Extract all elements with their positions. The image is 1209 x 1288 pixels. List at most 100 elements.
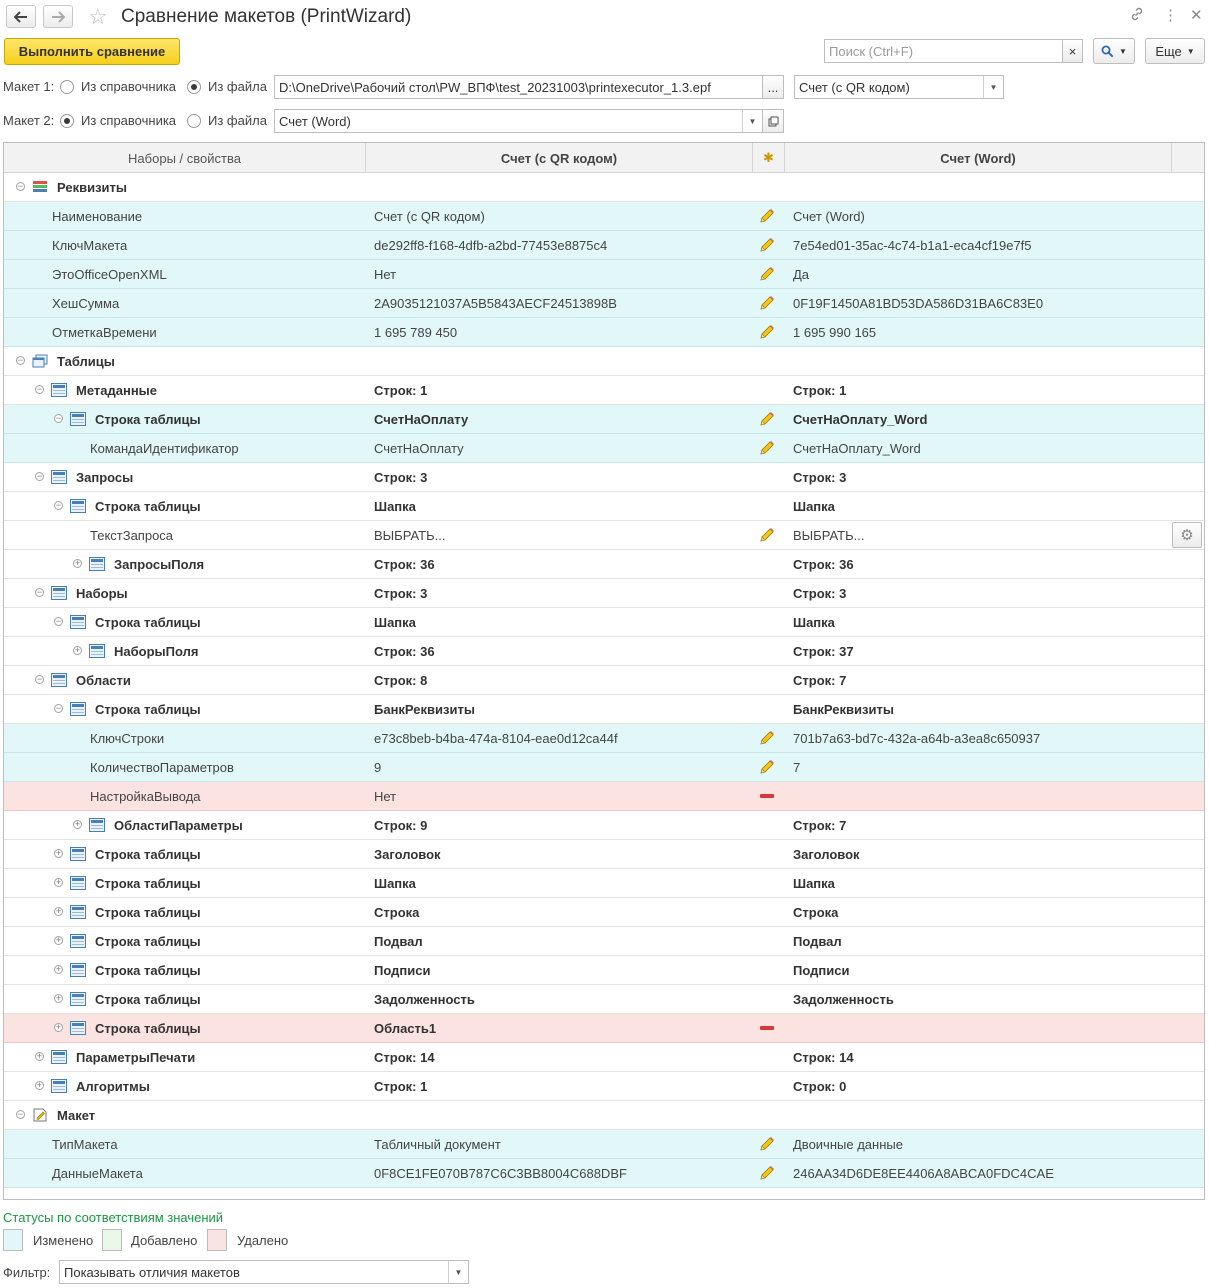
more-button[interactable]: Еще ▼ [1145,38,1205,64]
table-row[interactable]: − Области Строк: 8 Строк: 7 [4,666,1204,695]
table-row[interactable]: + ЗапросыПоля Строк: 36 Строк: 36 [4,550,1204,579]
column-header-layout1[interactable]: Счет (с QR кодом) [366,143,753,173]
table-row[interactable]: + Строка таблицы Область1 [4,1014,1204,1043]
table-row-icon [70,992,86,1006]
table-row[interactable]: КоличествоПараметров 9 7 [4,753,1204,782]
chevron-down-icon[interactable]: ▼ [448,1261,468,1283]
table-row[interactable]: КомандаИдентификатор СчетНаОплату СчетНаОп… [4,434,1204,463]
column-header-layout2[interactable]: Счет (Word) [785,143,1172,173]
row-value-layout2: ВЫБРАТЬ... [793,527,865,543]
table-row[interactable]: − Строка таблицы Шапка Шапка [4,608,1204,637]
table-row[interactable]: ДанныеМакета 0F8CE1FE070B787C6C3BB8004C68… [4,1159,1204,1188]
table-row[interactable]: − Запросы Строк: 3 Строк: 3 [4,463,1204,492]
table-row[interactable]: ЭтоOfficeOpenXML Нет Да [4,260,1204,289]
layout2-open-button[interactable] [762,109,784,133]
more-vert-icon[interactable]: ⋮ [1163,6,1178,24]
row-value-layout1: Заголовок [374,846,441,862]
table-row[interactable]: ХешСумма 2A9035121037A5B5843AECF24513898B… [4,289,1204,318]
expand-icon[interactable]: + [35,1081,44,1090]
table-row[interactable]: − Наборы Строк: 3 Строк: 3 [4,579,1204,608]
table-row[interactable]: + Алгоритмы Строк: 1 Строк: 0 [4,1072,1204,1101]
back-button[interactable] [6,5,36,28]
expand-icon[interactable]: + [54,936,63,945]
table-row[interactable]: + НаборыПоля Строк: 36 Строк: 37 [4,637,1204,666]
link-icon[interactable] [1129,6,1145,26]
layout1-radio-file[interactable] [187,80,201,94]
chevron-down-icon[interactable]: ▼ [742,110,762,132]
search-input[interactable]: Поиск (Ctrl+F) [824,39,1063,63]
expand-icon[interactable]: + [54,907,63,916]
compare-tree-table[interactable]: Наборы / свойства Счет (с QR кодом) ✱ Сч… [3,142,1205,1200]
layout2-option-catalog[interactable]: Из справочника [81,113,176,128]
collapse-icon[interactable]: − [54,617,63,626]
collapse-icon[interactable]: − [54,501,63,510]
expand-icon[interactable]: + [73,646,82,655]
expand-icon[interactable]: + [54,1023,63,1032]
filter-select[interactable]: Показывать отличия макетов ▼ [59,1260,469,1284]
expand-icon[interactable]: + [54,994,63,1003]
table-row[interactable]: ОтметкаВремени 1 695 789 450 1 695 990 165 [4,318,1204,347]
table-row[interactable]: Наименование Счет (с QR кодом) Счет (Word) [4,202,1204,231]
collapse-icon[interactable]: − [35,675,44,684]
table-row[interactable]: КлючСтроки e73c8beb-b4ba-474a-8104-eae0d1… [4,724,1204,753]
expand-icon[interactable]: + [54,965,63,974]
table-row[interactable]: ТекстЗапроса ВЫБРАТЬ... ВЫБРАТЬ... ⚙ [4,521,1204,550]
table-row[interactable]: + Строка таблицы Подписи Подписи [4,956,1204,985]
table-row[interactable]: ТипМакета Табличный документ Двоичные данн… [4,1130,1204,1159]
column-header-status[interactable]: ✱ [753,143,785,173]
layout1-template-select[interactable]: Счет (с QR кодом) ▼ [794,75,1004,99]
table-row[interactable]: + Строка таблицы Шапка Шапка [4,869,1204,898]
layout1-option-file[interactable]: Из файла [208,79,267,94]
layout2-radio-file[interactable] [187,114,201,128]
table-row[interactable]: + ПараметрыПечати Строк: 14 Строк: 14 [4,1043,1204,1072]
layout2-radio-catalog[interactable] [60,114,74,128]
table-row[interactable]: + Строка таблицы Подвал Подвал [4,927,1204,956]
table-row[interactable]: − Макет [4,1101,1204,1130]
table-row[interactable]: + Строка таблицы Заголовок Заголовок [4,840,1204,869]
table-row[interactable]: − Реквизиты [4,173,1204,202]
close-icon[interactable]: ✕ [1190,6,1203,24]
collapse-icon[interactable]: − [35,472,44,481]
table-row[interactable]: + ОбластиПараметры Строк: 9 Строк: 7 [4,811,1204,840]
layout1-option-catalog[interactable]: Из справочника [81,79,176,94]
expand-icon[interactable]: + [73,559,82,568]
layout2-template-select[interactable]: Счет (Word) ▼ [274,109,763,133]
layout1-radio-catalog[interactable] [60,80,74,94]
table-row[interactable]: КлючМакета de292ff8-f168-4dfb-a2bd-77453e… [4,231,1204,260]
collapse-icon[interactable]: − [16,1110,25,1119]
table-row[interactable]: + Строка таблицы Строка Строка [4,898,1204,927]
collapse-icon[interactable]: − [35,385,44,394]
expand-icon[interactable]: + [54,849,63,858]
search-clear-button[interactable]: × [1062,39,1083,63]
table-row[interactable]: НастройкаВывода Нет [4,782,1204,811]
row-label: Таблицы [57,353,115,369]
layout2-option-file[interactable]: Из файла [208,113,267,128]
table-row[interactable]: − Строка таблицы БанкРеквизиты БанкРеквизит… [4,695,1204,724]
expand-icon[interactable]: + [35,1052,44,1061]
layout1-browse-button[interactable]: ... [762,75,784,99]
row-label: Реквизиты [57,179,127,195]
star-icon[interactable]: ☆ [88,4,108,30]
table-row-icon [70,412,86,426]
search-button[interactable]: ▼ [1093,38,1135,64]
layout1-file-path[interactable]: D:\OneDrive\Рабочий стол\PW_ВПФ\test_202… [274,75,763,99]
expand-icon[interactable]: + [73,820,82,829]
table-row[interactable]: + Строка таблицы Задолженность Задолженност… [4,985,1204,1014]
forward-button[interactable] [43,5,73,28]
collapse-icon[interactable]: − [16,182,25,191]
collapse-icon[interactable]: − [16,356,25,365]
expand-icon[interactable]: + [54,878,63,887]
table-row-icon [70,876,86,890]
run-compare-button[interactable]: Выполнить сравнение [4,38,180,65]
collapse-icon[interactable]: − [54,414,63,423]
column-header-props[interactable]: Наборы / свойства [4,143,366,173]
row-value-layout1: Строк: 36 [374,643,435,659]
collapse-icon[interactable]: − [54,704,63,713]
gear-icon[interactable]: ⚙ [1172,522,1202,548]
collapse-icon[interactable]: − [35,588,44,597]
chevron-down-icon[interactable]: ▼ [983,76,1003,98]
table-row[interactable]: − Строка таблицы СчетНаОплату СчетНаОплату_… [4,405,1204,434]
table-row[interactable]: − Таблицы [4,347,1204,376]
table-row[interactable]: − Метаданные Строк: 1 Строк: 1 [4,376,1204,405]
table-row[interactable]: − Строка таблицы Шапка Шапка [4,492,1204,521]
